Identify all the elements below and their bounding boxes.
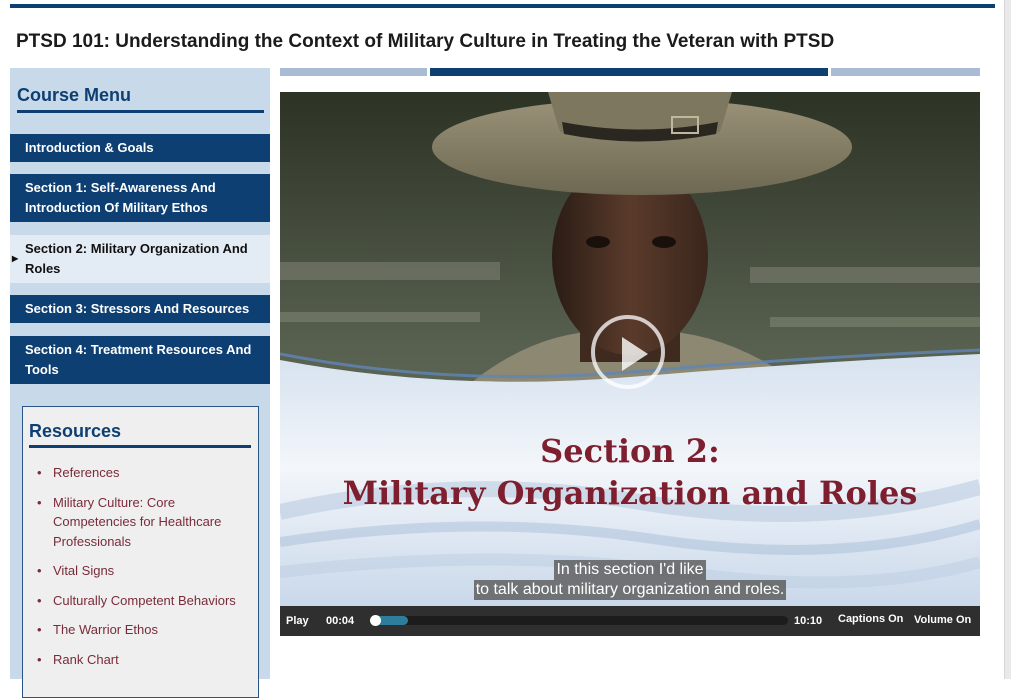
bullet-icon: • [37, 563, 42, 578]
bullet-icon: • [37, 494, 42, 510]
resource-link-culturally-competent[interactable]: • Culturally Competent Behaviors [23, 591, 255, 611]
video-play-overlay-button[interactable] [591, 315, 665, 389]
resource-link-label: The Warrior Ethos [53, 622, 158, 637]
caption-line-2: to talk about military organization and … [473, 580, 787, 600]
resources-list: • References • Military Culture: Core Comp… [23, 463, 255, 679]
resource-link-warrior-ethos[interactable]: • The Warrior Ethos [23, 620, 255, 640]
resource-link-label: Military Culture: Core Competencies for … [53, 494, 222, 549]
menu-item-label: Section 1: Self-Awareness And Introducti… [25, 180, 216, 215]
resource-link-label: Culturally Competent Behaviors [53, 592, 236, 608]
bullet-icon: • [37, 592, 42, 608]
resources-panel: Resources • References • Military Culture:… [22, 406, 259, 698]
slide-title-line-1: Section 2: [540, 432, 720, 470]
current-time: 00:04 [326, 615, 355, 627]
resource-link-rank-chart[interactable]: • Rank Chart [23, 650, 255, 670]
resource-link-references[interactable]: • References [23, 463, 255, 483]
resources-heading: Resources [29, 421, 251, 448]
menu-item-introduction[interactable]: Introduction & Goals [10, 134, 270, 162]
progress-tab-next [831, 68, 980, 76]
video-player[interactable]: Section 2: Military Organization and Rol… [280, 92, 980, 606]
page-scrollbar[interactable] [1004, 0, 1011, 679]
bullet-icon: • [37, 651, 42, 667]
resource-link-label: Rank Chart [53, 651, 119, 667]
captions-toggle-button[interactable]: Captions On [838, 613, 903, 625]
menu-item-section-4[interactable]: Section 4: Treatment Resources And Tools [10, 336, 270, 384]
progress-tab-current [430, 68, 828, 76]
page-title: PTSD 101: Understanding the Context of M… [16, 31, 835, 52]
menu-item-label: Introduction & Goals [25, 140, 154, 155]
bullet-icon: • [37, 465, 42, 480]
play-button[interactable]: Play [286, 615, 309, 627]
play-icon [622, 337, 648, 371]
resource-link-label: References [53, 465, 120, 480]
player-controls: Play 00:04 10:10 Captions On Volume On [280, 606, 980, 636]
section-progress-tabs [280, 68, 980, 76]
duration: 10:10 [794, 615, 823, 627]
top-rule [10, 4, 995, 8]
resource-link-military-culture[interactable]: • Military Culture: Core Competencies for… [23, 493, 255, 552]
current-section-arrow-icon: ▶ [12, 254, 19, 263]
menu-item-label: Section 2: Military Organization And Rol… [25, 241, 248, 276]
bullet-icon: • [37, 622, 42, 637]
course-menu-heading: Course Menu [17, 85, 264, 113]
menu-item-section-1[interactable]: Section 1: Self-Awareness And Introducti… [10, 174, 270, 222]
menu-item-section-2[interactable]: ▶ Section 2: Military Organization And R… [10, 235, 270, 283]
menu-item-label: Section 3: Stressors And Resources [25, 301, 250, 316]
caption-line-1: In this section I'd like [554, 560, 706, 580]
menu-item-label: Section 4: Treatment Resources And Tools [25, 342, 252, 377]
volume-toggle-button[interactable]: Volume On [914, 614, 971, 626]
seek-bar[interactable] [369, 615, 788, 626]
course-sidebar: Course Menu Introduction & Goals Section… [10, 68, 270, 698]
slide-title-line-2: Military Organization and Roles [342, 474, 918, 512]
resource-link-vital-signs[interactable]: • Vital Signs [23, 561, 255, 581]
resource-link-label: Vital Signs [53, 563, 115, 578]
closed-captions: In this section I'd like to talk about m… [280, 560, 980, 600]
menu-item-section-3[interactable]: Section 3: Stressors And Resources [10, 295, 270, 323]
seek-handle[interactable] [369, 615, 381, 626]
progress-tab-previous [280, 68, 427, 76]
